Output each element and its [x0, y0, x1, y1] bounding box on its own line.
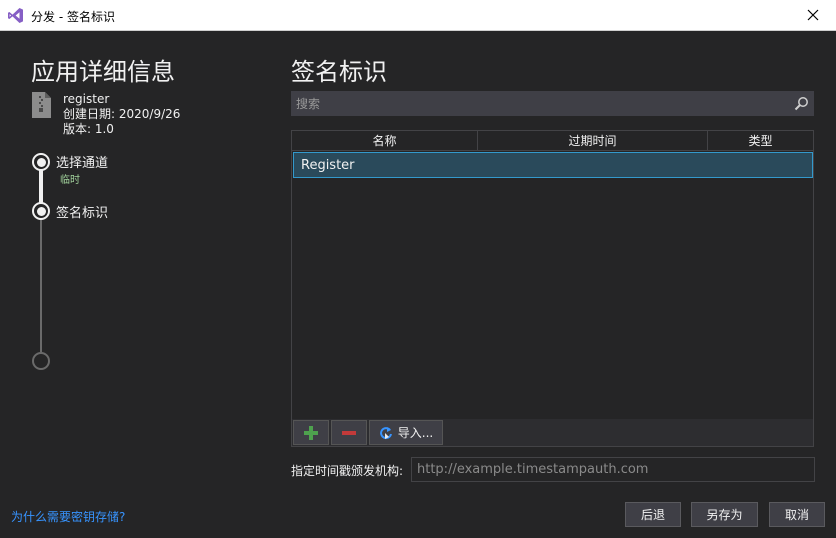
app-details-heading: 应用详细信息: [31, 58, 175, 86]
step-label-signing-identity: 签名标识: [56, 206, 109, 221]
save-as-button[interactable]: 另存为: [691, 502, 758, 527]
add-button[interactable]: [293, 420, 329, 445]
search-icon[interactable]: [794, 96, 809, 111]
title-bar: 分发 - 签名标识: [0, 0, 836, 31]
visual-studio-icon: [8, 8, 23, 23]
column-header-expiry[interactable]: 过期时间: [478, 131, 708, 150]
close-button[interactable]: [790, 0, 836, 30]
plus-icon: [304, 425, 318, 440]
app-name: register: [63, 92, 110, 106]
close-icon: [807, 9, 819, 21]
search-box: [291, 91, 814, 116]
signing-identity-heading: 签名标识: [291, 58, 387, 86]
import-button[interactable]: 导入...: [369, 420, 443, 445]
step-dot-final: [32, 352, 50, 370]
created-date: 创建日期: 2020/9/26: [63, 107, 181, 121]
row-name-cell: Register: [301, 158, 355, 173]
step-dot-select-channel: [32, 153, 50, 171]
import-label: 导入...: [397, 426, 434, 440]
zip-file-icon: [32, 92, 51, 118]
back-button[interactable]: 后退: [625, 502, 681, 527]
column-header-name[interactable]: 名称: [292, 131, 478, 150]
wizard-stepper: 选择通道 临时 签名标识: [31, 152, 191, 376]
cancel-button[interactable]: 取消: [769, 502, 825, 527]
table-header: 名称 过期时间 类型: [292, 131, 813, 151]
timestamp-input[interactable]: [411, 457, 815, 482]
remove-button[interactable]: [331, 420, 367, 445]
step-dot-signing-identity: [32, 202, 50, 220]
search-input[interactable]: [296, 95, 786, 113]
import-icon: [379, 426, 392, 439]
minus-icon: [342, 430, 356, 435]
table-toolbar: 导入...: [291, 419, 814, 447]
table-row[interactable]: Register: [293, 152, 813, 178]
column-header-type[interactable]: 类型: [708, 131, 813, 150]
step-connector-pending: [40, 212, 42, 352]
step-sub-select-channel: 临时: [60, 175, 80, 186]
identity-table: 名称 过期时间 类型 Register: [291, 130, 814, 420]
window-title: 分发 - 签名标识: [31, 10, 115, 24]
timestamp-label: 指定时间戳颁发机构:: [291, 464, 404, 478]
app-version: 版本: 1.0: [63, 122, 114, 136]
app-info: register 创建日期: 2020/9/26 版本: 1.0: [63, 92, 180, 137]
why-keystore-link[interactable]: 为什么需要密钥存储?: [11, 508, 125, 525]
step-label-select-channel: 选择通道: [56, 156, 109, 171]
